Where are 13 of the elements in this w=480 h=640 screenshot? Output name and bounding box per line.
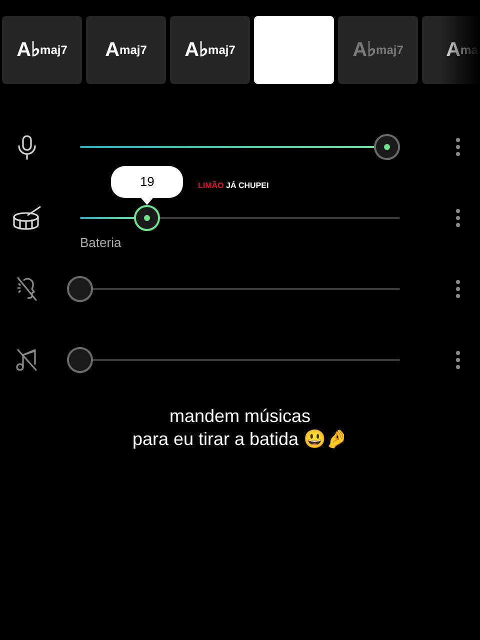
microphone-icon: [16, 134, 38, 160]
drum-icon: [12, 204, 42, 230]
slider-thumb[interactable]: [374, 134, 400, 160]
slider-thumb[interactable]: [67, 346, 93, 372]
caption-text: para eu tirar a batida 😃🤌: [132, 428, 348, 451]
track-label: Bateria: [80, 234, 122, 252]
muted-music-icon: [15, 346, 39, 372]
muted-voice-icon: [15, 276, 39, 302]
caption-text: mandem músicas: [169, 405, 311, 428]
chord-tile[interactable]: [254, 16, 334, 84]
value-tooltip: 19: [111, 166, 184, 204]
slider-thumb[interactable]: [67, 276, 93, 302]
video-overlay-text: LIMÃO JÁ CHUPEI: [198, 180, 269, 192]
